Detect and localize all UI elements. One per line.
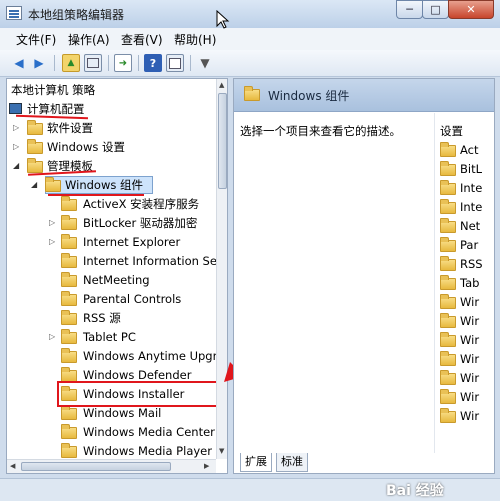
list-item-label: RSS xyxy=(460,257,483,271)
view-tabs: 扩展 标准 xyxy=(240,453,360,473)
list-item-label: Inte xyxy=(460,181,483,195)
folder-icon xyxy=(440,370,456,385)
folder-icon xyxy=(440,218,456,233)
list-item-label: Wir xyxy=(460,314,480,328)
column-divider xyxy=(434,113,435,453)
details-pane: Windows 组件 选择一个项目来查看它的描述。 设置 Act BitL In… xyxy=(233,78,495,474)
folder-icon xyxy=(440,199,456,214)
folder-icon xyxy=(440,389,456,404)
description-text: 选择一个项目来查看它的描述。 xyxy=(240,124,401,138)
details-header: Windows 组件 xyxy=(234,79,494,112)
list-item-label: BitL xyxy=(460,162,483,176)
folder-icon xyxy=(440,275,456,290)
list-item-label: Wir xyxy=(460,371,480,385)
folder-icon xyxy=(440,294,456,309)
folder-icon xyxy=(440,161,456,176)
folder-icon xyxy=(244,86,260,101)
list-item-label: Wir xyxy=(460,333,480,347)
folder-icon xyxy=(440,408,456,423)
details-title: Windows 组件 xyxy=(268,89,350,103)
folder-icon xyxy=(440,142,456,157)
tab-extended[interactable]: 扩展 xyxy=(240,453,272,472)
folder-icon xyxy=(440,313,456,328)
list-item-label: Wir xyxy=(460,409,480,423)
mouse-cursor-icon xyxy=(216,10,230,29)
folder-icon xyxy=(440,256,456,271)
list-item-label: Act xyxy=(460,143,479,157)
list-item-label: Wir xyxy=(460,352,480,366)
list-item-label: Wir xyxy=(460,390,480,404)
list-item-label: Inte xyxy=(460,200,483,214)
settings-column-header[interactable]: 设置 xyxy=(440,123,463,139)
watermark-logo: Bai 经验 xyxy=(386,483,444,499)
folder-icon xyxy=(440,332,456,347)
list-item-label: Tab xyxy=(460,276,480,290)
list-item-label: Par xyxy=(460,238,479,252)
tab-standard[interactable]: 标准 xyxy=(276,453,308,472)
list-item-label: Net xyxy=(460,219,481,233)
list-item-label: Wir xyxy=(460,295,480,309)
folder-icon xyxy=(440,351,456,366)
folder-icon xyxy=(440,180,456,195)
folder-icon xyxy=(440,237,456,252)
